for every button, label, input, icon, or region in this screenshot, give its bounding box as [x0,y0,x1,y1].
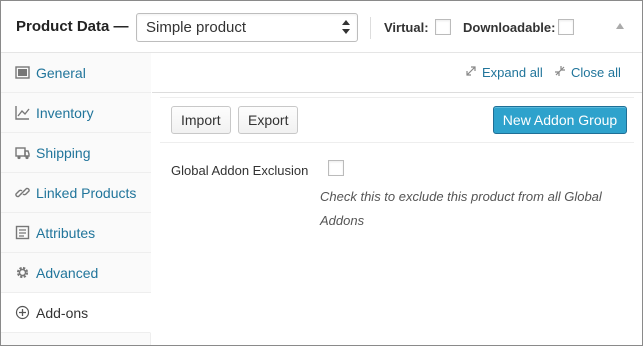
tab-label: General [36,65,86,81]
tab-label: Advanced [36,265,99,281]
virtual-checkbox[interactable] [435,19,451,35]
divider [160,142,634,143]
attributes-icon [15,225,30,240]
select-arrows-icon [342,20,350,34]
tab-label: Attributes [36,225,96,241]
expand-close-bar: Expand all Close all [152,53,642,93]
addons-content: Import Export New Addon Group Global Add… [160,97,634,341]
shipping-icon [15,147,30,160]
import-button[interactable]: Import [171,106,231,134]
close-all-link[interactable]: Close all [571,65,621,80]
tab-general[interactable]: General [1,53,151,93]
plus-circle-icon [15,305,30,320]
product-data-tabs: General Inventory Shipping Linked Produc… [1,53,151,345]
downloadable-label: Downloadable: [463,20,556,35]
tab-label: Linked Products [36,185,137,201]
add-ons-panel: Expand all Close all Import Export New A… [152,53,642,345]
gear-icon [16,266,29,279]
tab-label: Shipping [36,145,91,161]
downloadable-checkbox[interactable] [558,19,574,35]
tab-advanced[interactable]: Advanced [1,253,151,293]
global-addon-exclusion-description: Check this to exclude this product from … [320,189,602,228]
tab-label: Inventory [36,105,94,121]
new-addon-group-button[interactable]: New Addon Group [493,106,627,134]
product-data-panel: Product Data — Simple product Virtual: D… [0,0,643,346]
collapse-toggle-icon[interactable] [616,23,624,29]
tab-label: Add-ons [36,305,89,321]
tab-attributes[interactable]: Attributes [1,213,151,253]
export-button[interactable]: Export [238,106,299,134]
inventory-icon [15,106,30,120]
virtual-label: Virtual: [384,20,429,35]
expand-icon [466,66,476,76]
panel-header: Product Data — Simple product Virtual: D… [1,1,642,53]
collapse-icon [555,66,565,76]
panel-title: Product Data — [16,18,129,35]
expand-all-link[interactable]: Expand all [482,65,543,80]
global-addon-exclusion-checkbox[interactable] [328,160,344,176]
global-addon-exclusion-label: Global Addon Exclusion [171,163,309,178]
product-type-select[interactable]: Simple product [136,13,358,42]
header-divider [370,17,371,39]
general-icon [15,66,30,79]
tab-shipping[interactable]: Shipping [1,133,151,173]
tab-linked-products[interactable]: Linked Products [1,173,151,213]
tab-add-ons[interactable]: Add-ons [1,293,151,333]
product-type-value: Simple product [146,19,247,36]
link-icon [15,187,30,198]
tab-inventory[interactable]: Inventory [1,93,151,133]
